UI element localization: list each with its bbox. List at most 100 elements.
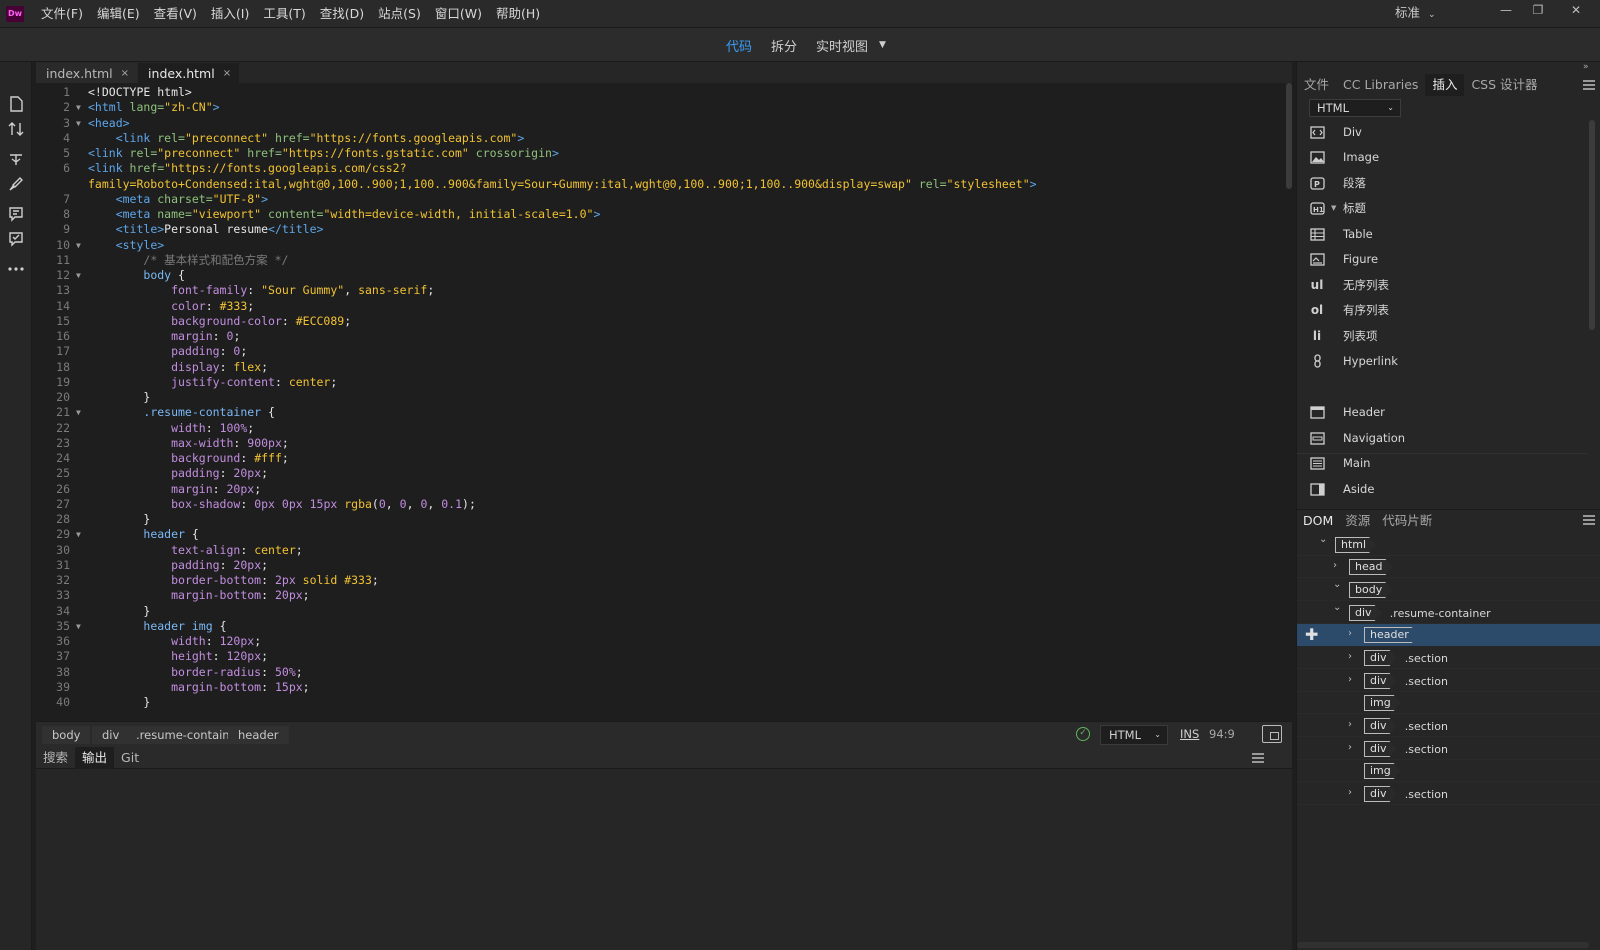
- menu-item[interactable]: 站点(S): [371, 0, 428, 28]
- add-element-icon[interactable]: ✚: [1305, 624, 1318, 646]
- fold-toggle-icon[interactable]: ▼: [76, 238, 86, 254]
- close-button[interactable]: ✕: [1560, 0, 1592, 22]
- insert-item-div[interactable]: Div: [1309, 122, 1362, 142]
- comment-tool-button[interactable]: [4, 203, 28, 225]
- fold-toggle-icon[interactable]: ▼: [76, 527, 86, 543]
- insert-item-navigation[interactable]: Navigation: [1309, 428, 1405, 448]
- dom-panel-tab[interactable]: DOM: [1297, 510, 1339, 532]
- restore-button[interactable]: ❐: [1522, 0, 1554, 22]
- chevron-down-icon[interactable]: ⌄: [1319, 534, 1327, 545]
- dom-node[interactable]: ⌄ body: [1297, 579, 1600, 601]
- dom-node[interactable]: img: [1297, 692, 1600, 714]
- chevron-right-icon[interactable]: ›: [1333, 560, 1337, 571]
- collapse-panel-icon[interactable]: »: [1583, 62, 1589, 72]
- insert-item-列表项[interactable]: li 列表项: [1309, 326, 1378, 346]
- panel-menu-icon[interactable]: [1583, 515, 1595, 525]
- dom-panel-tab[interactable]: 代码片断: [1376, 510, 1438, 532]
- chevron-down-icon[interactable]: ⌄: [1333, 602, 1341, 613]
- dom-node[interactable]: img: [1297, 760, 1600, 782]
- chevron-down-icon[interactable]: ▼: [879, 40, 886, 50]
- insert-item-figure[interactable]: Figure: [1309, 249, 1378, 269]
- insert-item-aside[interactable]: Aside: [1309, 479, 1374, 499]
- dom-node[interactable]: ⌄ html: [1297, 534, 1600, 556]
- menu-item[interactable]: 查找(D): [313, 0, 371, 28]
- menu-item[interactable]: 帮助(H): [489, 0, 547, 28]
- insert-item-有序列表[interactable]: ol 有序列表: [1309, 300, 1389, 320]
- chevron-right-icon[interactable]: ›: [1348, 651, 1352, 662]
- preview-window-icon[interactable]: [1262, 725, 1282, 743]
- editor-scrollbar[interactable]: [1286, 83, 1292, 189]
- insert-item-标题[interactable]: H1 ▼ 标题: [1309, 198, 1366, 218]
- code-editor[interactable]: 1 <!DOCTYPE html> 2 ▼ <html lang="zh-CN"> 3 ▼ <…: [36, 83, 1292, 721]
- chevron-right-icon[interactable]: ›: [1348, 628, 1352, 639]
- fold-toggle-icon[interactable]: ▼: [76, 619, 86, 635]
- breadcrumb-item[interactable]: body: [42, 726, 91, 744]
- file-tool-button[interactable]: [4, 93, 28, 115]
- output-tab[interactable]: 输出: [75, 746, 115, 769]
- code-token: "preconnect": [184, 130, 275, 145]
- view-mode-tab[interactable]: 拆分: [771, 36, 797, 55]
- close-icon[interactable]: ×: [121, 68, 129, 79]
- split-arrows-tool-button[interactable]: [4, 148, 28, 170]
- insert-item-table[interactable]: Table: [1309, 224, 1373, 244]
- menu-item[interactable]: 窗口(W): [428, 0, 489, 28]
- insert-mode-toggle[interactable]: INS: [1180, 727, 1199, 741]
- dom-node[interactable]: ⌄ div .resume-container: [1297, 602, 1600, 624]
- menu-item[interactable]: 文件(F): [34, 0, 90, 28]
- view-mode-tab[interactable]: 代码: [726, 36, 752, 55]
- breadcrumb-item[interactable]: div: [92, 726, 130, 744]
- document-tab[interactable]: index.html ×: [138, 63, 240, 83]
- chevron-right-icon[interactable]: ›: [1348, 787, 1352, 798]
- right-panel-tab[interactable]: 文件: [1297, 74, 1336, 96]
- dom-node[interactable]: › head: [1297, 556, 1600, 578]
- dom-node[interactable]: › div .section: [1297, 738, 1600, 760]
- document-tab[interactable]: index.html ×: [36, 63, 138, 83]
- dom-node[interactable]: › div .section: [1297, 783, 1600, 805]
- insert-category-select[interactable]: HTML ⌄: [1309, 99, 1401, 117]
- workspace-switcher[interactable]: 标准 ⌄: [1395, 0, 1436, 28]
- chevron-down-icon[interactable]: ▼: [1331, 204, 1336, 212]
- output-tab[interactable]: 搜索: [36, 747, 75, 769]
- fold-toggle-icon[interactable]: ▼: [76, 405, 86, 421]
- more-tool-button[interactable]: [4, 258, 28, 280]
- brush-tool-button[interactable]: [4, 173, 28, 195]
- panel-menu-icon[interactable]: [1252, 753, 1264, 763]
- fold-toggle-icon[interactable]: ▼: [76, 116, 86, 132]
- panel-menu-icon[interactable]: [1583, 80, 1595, 90]
- dom-node[interactable]: › div .section: [1297, 715, 1600, 737]
- insert-item-段落[interactable]: P 段落: [1309, 173, 1366, 193]
- transfer-tool-button[interactable]: [4, 118, 28, 140]
- output-tab[interactable]: Git: [114, 747, 146, 769]
- insert-item-main[interactable]: Main: [1309, 453, 1370, 473]
- right-panel-tab[interactable]: 插入: [1425, 74, 1465, 96]
- right-panel-tab[interactable]: CC Libraries: [1336, 74, 1425, 96]
- chevron-down-icon[interactable]: ⌄: [1333, 579, 1341, 590]
- checklist-tool-button[interactable]: [4, 228, 28, 250]
- dom-node[interactable]: › div .section: [1297, 647, 1600, 669]
- chevron-right-icon[interactable]: ›: [1348, 719, 1352, 730]
- insert-item-无序列表[interactable]: ul 无序列表: [1309, 275, 1389, 295]
- insert-item-hyperlink[interactable]: Hyperlink: [1309, 351, 1398, 371]
- insert-item-header[interactable]: Header: [1309, 402, 1385, 422]
- menu-item[interactable]: 查看(V): [147, 0, 204, 28]
- dom-tag: div: [1364, 741, 1397, 757]
- view-mode-tab[interactable]: 实时视图: [816, 36, 868, 55]
- minimize-button[interactable]: —: [1490, 0, 1522, 22]
- chevron-right-icon[interactable]: ›: [1348, 674, 1352, 685]
- menu-item[interactable]: 工具(T): [256, 0, 312, 28]
- dom-node[interactable]: ✚ › header: [1297, 624, 1600, 646]
- dom-panel-tab[interactable]: 资源: [1339, 510, 1376, 532]
- insert-item-image[interactable]: Image: [1309, 147, 1379, 167]
- fold-toggle-icon[interactable]: ▼: [76, 268, 86, 284]
- document-type-select[interactable]: HTML ⌄: [1100, 725, 1168, 745]
- dom-horizontal-scrollbar[interactable]: [1297, 942, 1589, 948]
- fold-toggle-icon[interactable]: ▼: [76, 100, 86, 116]
- dom-node[interactable]: › div .section: [1297, 670, 1600, 692]
- insert-scrollbar[interactable]: [1589, 120, 1595, 330]
- close-icon[interactable]: ×: [223, 68, 231, 79]
- right-panel-tab[interactable]: CSS 设计器: [1464, 74, 1544, 96]
- menu-item[interactable]: 插入(I): [204, 0, 256, 28]
- menu-item[interactable]: 编辑(E): [90, 0, 147, 28]
- chevron-right-icon[interactable]: ›: [1348, 742, 1352, 753]
- breadcrumb-item[interactable]: header: [228, 726, 289, 744]
